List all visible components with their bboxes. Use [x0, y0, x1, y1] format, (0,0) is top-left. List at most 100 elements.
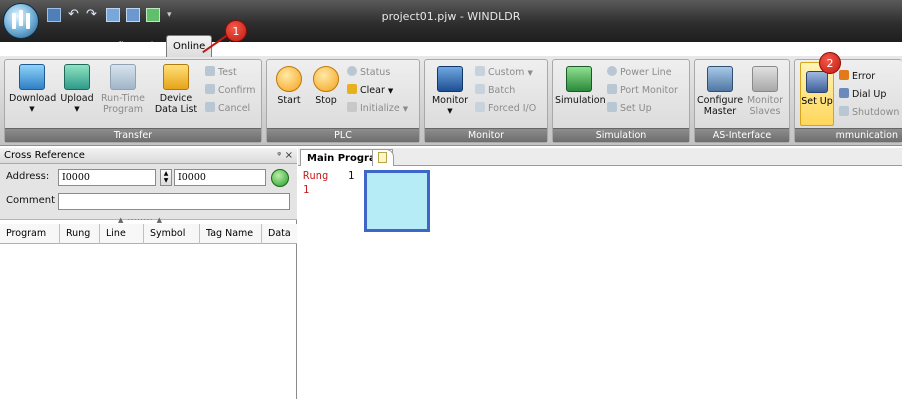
column-rung[interactable]: Rung: [60, 224, 100, 244]
batch-button[interactable]: Batch: [475, 84, 515, 98]
shutdown-button[interactable]: Shutdown: [839, 106, 899, 120]
status-button[interactable]: Status: [347, 66, 390, 80]
info-icon: [347, 66, 357, 76]
step-badge-2: 2: [819, 52, 841, 74]
simulation-button[interactable]: Simulation: [555, 66, 606, 106]
runtime-program-button[interactable]: Run-Time Program: [99, 64, 147, 115]
set-up-icon: [607, 102, 617, 112]
address-label: Address:: [6, 171, 50, 182]
rung-number: 1: [348, 170, 355, 182]
new-tab-button[interactable]: [372, 149, 394, 166]
plc-group-label: PLC: [267, 128, 419, 142]
device-data-list-icon: [163, 64, 189, 90]
rung-label: Rung: [303, 170, 329, 182]
as-interface-group: Configure Master Monitor Slaves AS-Interfa…: [694, 59, 790, 143]
port-monitor-icon: [607, 84, 617, 94]
clear-button[interactable]: Clear ▼: [347, 84, 393, 98]
communication-group: Set Up Error Dial Up Shutdown mmunicatio…: [794, 59, 902, 143]
cross-reference-header: Cross Reference ᵠ ×: [0, 148, 297, 164]
confirm-icon: [205, 84, 215, 94]
new-document-icon: [378, 152, 387, 163]
tab-configuration[interactable]: Configuration: [92, 37, 172, 57]
monitor-icon: [437, 66, 463, 92]
custom-icon: [475, 66, 485, 76]
stop-button[interactable]: Stop: [309, 66, 343, 106]
ladder-editor[interactable]: Main Program Rung 1 1: [298, 148, 902, 399]
monitor-slaves-icon: [752, 66, 778, 92]
cross-reference-title: Cross Reference: [4, 150, 85, 161]
play-icon: [276, 66, 302, 92]
comment-input[interactable]: [58, 193, 290, 210]
close-icon[interactable]: ×: [285, 148, 293, 164]
power-line-icon: [607, 66, 617, 76]
tab-home[interactable]: Home: [52, 37, 94, 57]
configure-master-icon: [707, 66, 733, 92]
communication-group-label: mmunication: [795, 128, 902, 142]
search-go-button[interactable]: [271, 169, 289, 187]
title-bar: ↶ ↷ ▾ project01.pjw - WINDLDR: [0, 0, 902, 42]
address-to-input[interactable]: I0000: [174, 169, 266, 186]
cancel-icon: [205, 102, 215, 112]
splitter-grip[interactable]: ▲ ········ ▲: [118, 216, 163, 224]
monitor-slaves-button[interactable]: Monitor Slaves: [745, 66, 785, 117]
editor-tab-strip: Main Program: [298, 148, 902, 166]
ladder-cursor-cell[interactable]: [364, 170, 430, 232]
error-button[interactable]: Error: [839, 70, 875, 84]
column-symbol[interactable]: Symbol: [144, 224, 200, 244]
forced-io-button[interactable]: Forced I/O: [475, 102, 536, 116]
monitor-group-label: Monitor: [425, 128, 547, 142]
upload-button[interactable]: Upload ▼: [57, 64, 97, 115]
simulation-set-up-button[interactable]: Set Up: [607, 102, 652, 116]
plc-group: Start Stop Status Clear ▼ Initialize ▼ P…: [266, 59, 420, 143]
device-data-list-button[interactable]: Device Data List: [151, 64, 201, 115]
window-title: project01.pjw - WINDLDR: [381, 10, 521, 23]
runtime-program-icon: [110, 64, 136, 90]
dial-up-icon: [839, 88, 849, 98]
confirm-button[interactable]: Confirm: [205, 84, 255, 98]
as-interface-group-label: AS-Interface: [695, 128, 789, 142]
port-monitor-button[interactable]: Port Monitor: [607, 84, 678, 98]
start-button[interactable]: Start: [271, 66, 307, 106]
initialize-button[interactable]: Initialize ▼: [347, 102, 408, 116]
configure-master-button[interactable]: Configure Master: [697, 66, 743, 117]
monitor-group: Monitor ▼ Custom ▼ Batch Forced I/O Monit…: [424, 59, 548, 143]
power-line-button[interactable]: Power Line: [607, 66, 672, 80]
stop-icon: [313, 66, 339, 92]
simulation-group: Simulation Power Line Port Monitor Set U…: [552, 59, 690, 143]
rung-index: 1: [303, 184, 310, 196]
initialize-icon: [347, 102, 357, 112]
ribbon: Download ▼ Upload ▼ Run-Time Program Device…: [0, 56, 902, 146]
column-tag-name[interactable]: Tag Name: [200, 224, 262, 244]
column-program[interactable]: Program: [0, 224, 60, 244]
custom-button[interactable]: Custom ▼: [475, 66, 533, 80]
tab-online[interactable]: Online: [166, 35, 213, 57]
cross-reference-form: Address: I0000 ▲ ▼ I0000 Comment ▲ ······…: [0, 164, 297, 224]
column-line[interactable]: Line: [100, 224, 144, 244]
cross-reference-panel: Cross Reference ᵠ × Address: I0000 ▲ ▼ I0…: [0, 148, 297, 399]
address-spinner[interactable]: ▲ ▼: [160, 169, 172, 186]
batch-icon: [475, 84, 485, 94]
transfer-group-label: Transfer: [5, 128, 261, 142]
monitor-button[interactable]: Monitor ▼: [429, 66, 471, 117]
comment-label: Comment: [6, 195, 55, 206]
simulation-group-label: Simulation: [553, 128, 689, 142]
address-from-input[interactable]: I0000: [58, 169, 156, 186]
upload-icon: [64, 64, 90, 90]
pin-icon[interactable]: ᵠ: [277, 148, 281, 164]
test-button[interactable]: Test: [205, 66, 237, 80]
cross-reference-columns: Program Rung Line Symbol Tag Name Data: [0, 224, 297, 244]
cancel-button[interactable]: Cancel: [205, 102, 250, 116]
column-data[interactable]: Data: [262, 224, 297, 244]
error-icon: [839, 70, 849, 80]
test-icon: [205, 66, 215, 76]
shutdown-icon: [839, 106, 849, 116]
dial-up-button[interactable]: Dial Up: [839, 88, 886, 102]
forced-io-icon: [475, 102, 485, 112]
transfer-group: Download ▼ Upload ▼ Run-Time Program Device…: [4, 59, 262, 143]
step-badge-1: 1: [225, 20, 247, 42]
simulation-icon: [566, 66, 592, 92]
download-icon: [19, 64, 45, 90]
communication-set-up-icon: [806, 71, 828, 93]
clear-icon: [347, 84, 357, 94]
download-button[interactable]: Download ▼: [9, 64, 56, 115]
